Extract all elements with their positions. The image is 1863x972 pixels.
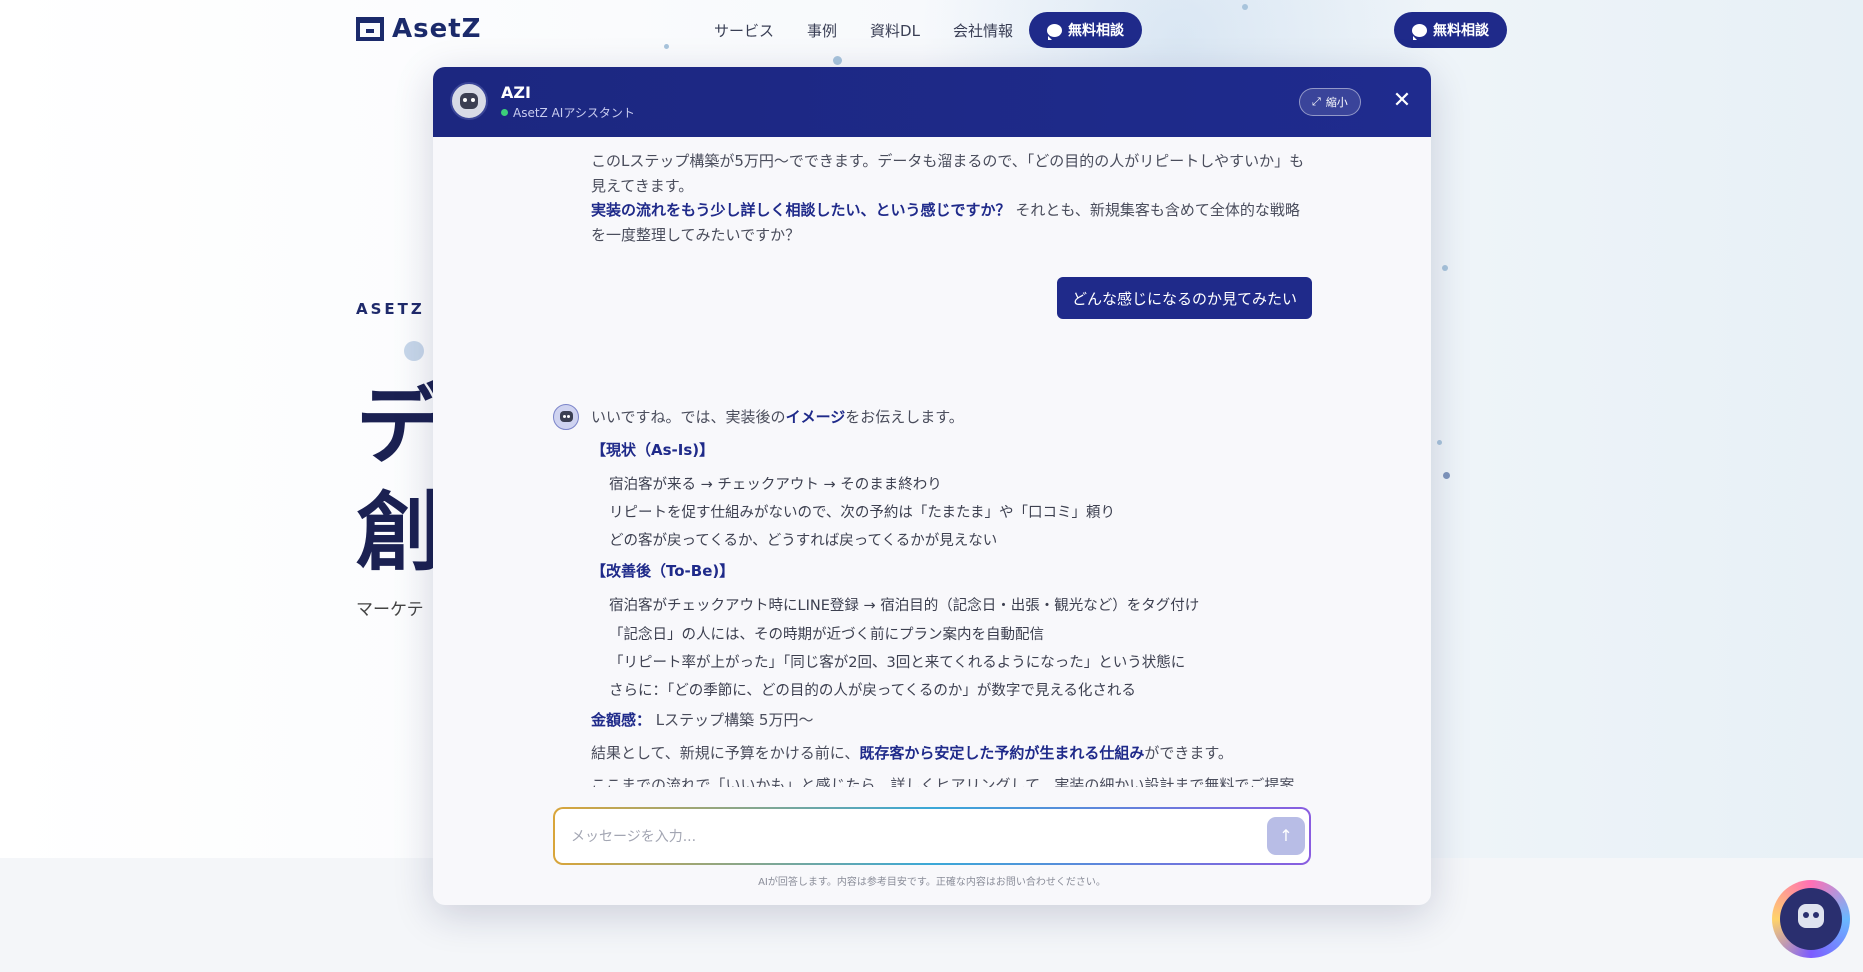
- shrink-label: 縮小: [1325, 96, 1348, 109]
- decor-dot: [1443, 472, 1450, 479]
- logo-text: AsetZ: [392, 14, 482, 44]
- robot-icon: [1798, 904, 1824, 928]
- bot-emphasis: 既存客から安定した予約が生まれる仕組み: [859, 744, 1145, 762]
- message-input[interactable]: [569, 823, 1233, 851]
- message-input-frame: ↑: [553, 807, 1311, 865]
- chat-bubble-icon: [1412, 23, 1427, 40]
- header-consult-button[interactable]: 無料相談: [1394, 12, 1507, 48]
- chat-bubble-icon: [1047, 23, 1062, 40]
- bot-text: 結果として、新規に予算をかける前に、: [591, 744, 860, 762]
- message-input-box: ↑: [555, 809, 1309, 863]
- user-message: どんな感じになるのか見てみたい: [1057, 277, 1313, 319]
- bot-message-avatar: [553, 404, 579, 430]
- bot-emphasis: イメージ: [785, 408, 846, 426]
- tobe-list-item: 「記念日」の人には、その時期が近づく前にプラン案内を自動配信: [609, 627, 1044, 643]
- send-icon[interactable]: ↑: [1267, 817, 1305, 855]
- price-label: 金額感：: [591, 711, 652, 729]
- chat-messages[interactable]: このLステップ構築が5万円〜でできます。データも溜まるので、「どの目的の人がリピ…: [433, 137, 1431, 787]
- result-line: 結果として、新規に予算をかける前に、既存客から安定した予約が生まれる仕組みができ…: [591, 741, 1309, 766]
- hero-subtext: マーケテ: [356, 600, 424, 620]
- chat-modal: AZI AsetZ AIアシスタント ⤢ 縮小 ✕ このLステップ構築が5万円〜…: [433, 67, 1431, 905]
- robot-icon: [560, 411, 573, 422]
- tobe-list-item: さらに：「どの季節に、どの目的の人が戻ってくるのか」が数字で見える化される: [609, 683, 1136, 699]
- decor-dot: [1442, 265, 1448, 271]
- asis-list-item: 宿泊客が来る → チェックアウト → そのまま終わり: [609, 477, 942, 493]
- closing-line: ここまでの流れで「いいかも」と感じたら、詳しくヒアリングして、実装の細かい設計ま…: [591, 776, 1295, 787]
- asis-heading: 【現状（As-Is)】: [591, 441, 715, 459]
- shrink-button[interactable]: ⤢ 縮小: [1299, 88, 1361, 116]
- header-consult-label: 無料相談: [1433, 23, 1489, 39]
- bot-message-paragraph: 実装の流れをもう少し詳しく相談したい、という感じですか？ それとも、新規集客も含…: [591, 198, 1309, 248]
- nav-item-downloads[interactable]: 資料DL: [870, 20, 920, 41]
- disclaimer: AIが回答します。内容は参考目安です。正確な内容はお問い合わせください。: [758, 877, 1106, 888]
- nav-item-cases[interactable]: 事例: [807, 20, 837, 41]
- bot-message-paragraph: このLステップ構築が5万円〜でできます。データも溜まるので、「どの目的の人がリピ…: [591, 152, 1305, 195]
- price-line: 金額感： Lステップ構築 5万円〜: [591, 708, 1309, 733]
- hero-headline-line2: 創: [356, 483, 442, 583]
- tobe-list-item: 宿泊客がチェックアウト時にLINE登録 → 宿泊目的（記念日・出張・観光など）を…: [609, 598, 1200, 614]
- asis-list-item: どの客が戻ってくるか、どうすれば戻ってくるかが見えない: [609, 533, 998, 549]
- main-nav: サービス 事例 資料DL 会社情報: [714, 20, 1013, 41]
- nav-item-company[interactable]: 会社情報: [953, 20, 1013, 41]
- close-icon[interactable]: ✕: [1391, 90, 1413, 113]
- nav-consult-label: 無料相談: [1068, 23, 1124, 39]
- bot-reply-intro: いいですね。では、実装後のイメージをお伝えします。: [591, 405, 1309, 430]
- decor-dot: [1437, 440, 1442, 445]
- bot-text: いいですね。では、実装後の: [591, 408, 786, 426]
- tobe-heading: 【改善後（To-Be)】: [591, 562, 735, 580]
- site-header: AsetZ サービス 事例 資料DL 会社情報 無料相談 無料相談: [0, 0, 1863, 62]
- assistant-status: AsetZ AIアシスタント: [501, 104, 635, 121]
- robot-icon: [460, 93, 478, 109]
- chat-header: AZI AsetZ AIアシスタント ⤢ 縮小 ✕: [433, 67, 1431, 137]
- assistant-avatar: [450, 82, 488, 120]
- assistant-name: AZI: [501, 83, 531, 102]
- nav-item-services[interactable]: サービス: [714, 20, 774, 41]
- collapse-arrows-icon: ⤢: [1312, 95, 1321, 108]
- floating-chat-button[interactable]: [1772, 880, 1850, 958]
- price-value: Lステップ構築 5万円〜: [651, 711, 814, 729]
- fab-inner: [1780, 888, 1842, 950]
- bot-text: ができます。: [1144, 744, 1233, 762]
- asis-list-item: リピートを促す仕組みがないので、次の予約は「たまたま」や「口コミ」頼り: [609, 505, 1116, 521]
- logo-mark-icon: [356, 17, 384, 41]
- bot-text: をお伝えします。: [845, 408, 964, 426]
- nav-consult-button[interactable]: 無料相談: [1029, 12, 1142, 48]
- tobe-list-item: 「リピート率が上がった」「同じ客が2回、3回と来てくれるようになった」という状態…: [609, 655, 1186, 671]
- bot-emphasis: 実装の流れをもう少し詳しく相談したい、という感じですか？: [591, 201, 1011, 219]
- assistant-subtitle: AsetZ AIアシスタント: [513, 106, 635, 120]
- online-status-icon: [501, 109, 508, 116]
- logo[interactable]: AsetZ: [356, 14, 482, 44]
